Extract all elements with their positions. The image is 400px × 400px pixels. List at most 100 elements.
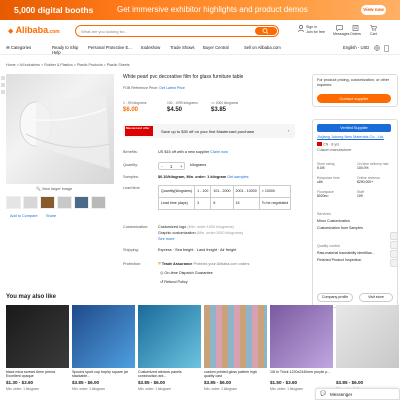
- thumbnail[interactable]: [74, 196, 89, 209]
- language-selector[interactable]: English - USD: [343, 45, 369, 50]
- product-thumbnail[interactable]: [336, 305, 399, 368]
- stat: Online revenue $290,000+: [357, 176, 380, 185]
- product-thumbnail[interactable]: [204, 305, 267, 368]
- view-now-button[interactable]: View now: [361, 5, 386, 15]
- search-input[interactable]: What are you looking for...: [81, 29, 127, 34]
- benefits-label: Benefits:: [123, 150, 138, 154]
- gallery-dot[interactable]: [1, 83, 5, 87]
- quantity-stepper[interactable]: − 1 +: [158, 162, 185, 170]
- breadcrumb-plastic-sheets[interactable]: Plastic Sheets: [107, 63, 130, 67]
- breadcrumb: Home > All Industries > Rubber & Plastic…: [6, 63, 130, 67]
- product-card[interactable]: black mica screws 6mm pmma Excellent opa…: [6, 305, 69, 391]
- search-button[interactable]: [255, 27, 277, 35]
- supplier-card: Verified Supplier Jiujiang Juhong New Ma…: [312, 119, 398, 308]
- table-row: Quantity(kilograms) 1 - 100 101 - 2000 2…: [157, 185, 292, 198]
- stat: Floorspace 8020m²: [317, 190, 334, 199]
- nav-tradeshow[interactable]: tradeshow: [141, 45, 160, 50]
- side-tool-icon[interactable]: [390, 250, 398, 258]
- nav-buyer-central[interactable]: Buyer Central: [203, 45, 229, 50]
- latest-price-link[interactable]: Get Latest Price: [159, 86, 185, 90]
- product-thumbnail[interactable]: [138, 305, 201, 368]
- product-card[interactable]: $3.85 - $6.00 Min. order: 1 kilogram: [336, 305, 399, 391]
- chat-icon: 💬: [320, 391, 327, 397]
- nav-trade-shows[interactable]: Trade Shows: [170, 45, 195, 50]
- visit-store-button[interactable]: Visit store: [359, 293, 393, 302]
- product-card[interactable]: custom printed gloss pattern high qualit…: [204, 305, 267, 391]
- minus-icon[interactable]: −: [161, 164, 163, 169]
- sign-in-link[interactable]: Sign in: [306, 25, 317, 29]
- recommendations-title: You may also like: [6, 294, 56, 300]
- user-icon[interactable]: [297, 24, 305, 33]
- add-to-compare-link[interactable]: Add to Compare: [10, 214, 38, 219]
- shipping-label: Shipping:: [123, 248, 139, 252]
- search-bar[interactable]: What are you looking for...: [75, 25, 279, 37]
- messenger-label: Messenger: [330, 392, 353, 397]
- trade-assurance-row: ⛨ Trade Assurance Protects your Alibaba.…: [158, 262, 250, 266]
- share-link[interactable]: Share: [46, 214, 56, 219]
- alibaba-logo[interactable]: ◆ Alibaba.com: [8, 25, 60, 37]
- product-thumbnail[interactable]: [270, 305, 333, 368]
- top-nav: ☰ Categories Ready to Ship Personal Prot…: [0, 43, 400, 55]
- globe-icon[interactable]: [374, 45, 380, 52]
- categories-menu[interactable]: ☰ Categories: [6, 45, 31, 50]
- get-samples-link[interactable]: Get samples: [227, 175, 248, 179]
- breadcrumb-rubber-plastics[interactable]: Rubber & Plastics: [44, 63, 73, 67]
- breadcrumb-all-industries[interactable]: All Industries: [20, 63, 41, 67]
- company-profile-button[interactable]: Company profile: [317, 293, 353, 302]
- thumbnail[interactable]: [91, 196, 106, 209]
- join-free-link[interactable]: Join for free: [306, 30, 325, 34]
- mastercard-promo[interactable]: Mastercard offer Save up to $30 off on y…: [123, 124, 295, 138]
- company-name-link[interactable]: Jiujiang Juhong New Materials Co., Ltd.: [317, 135, 384, 140]
- service-item: Minor Customization: [317, 219, 350, 223]
- gallery-dot[interactable]: [1, 76, 5, 80]
- quantity-label: Quantity:: [123, 163, 139, 167]
- mastercard-badge: Mastercard offer: [125, 126, 153, 136]
- promo-banner[interactable]: 5,000 digital booths Get immersive exhib…: [0, 0, 400, 20]
- breadcrumb-plastic-products[interactable]: Plastic Products: [77, 63, 103, 67]
- customization-label: Customization:: [123, 225, 149, 229]
- thumbnail[interactable]: [6, 196, 21, 209]
- product-main-image[interactable]: [6, 74, 114, 184]
- product-thumbnail[interactable]: [72, 305, 135, 368]
- plus-icon[interactable]: +: [180, 164, 182, 169]
- product-card[interactable]: Customized window panels construction an…: [138, 305, 201, 391]
- mobile-app-icon[interactable]: [384, 45, 389, 53]
- refund-policy: ↺ Refund Policy: [160, 280, 188, 284]
- quantity-input[interactable]: 1: [170, 164, 172, 169]
- cart-label[interactable]: Cart: [370, 32, 377, 36]
- side-tool-icon[interactable]: [390, 232, 398, 240]
- thumbnail[interactable]: [40, 196, 55, 209]
- side-tool-icon[interactable]: [390, 259, 398, 267]
- quality-item: Raw-material traceability identifica...: [317, 251, 375, 255]
- see-more-link[interactable]: See more: [158, 237, 174, 242]
- stat: Response time ≤8h: [317, 176, 340, 185]
- film-roll-illustration: [19, 94, 111, 169]
- messages-label[interactable]: Messages: [333, 32, 349, 36]
- custom-manufacturer: Custom manufacturer: [317, 148, 352, 152]
- price-tier: >= 2000 kilograms $3.85: [211, 101, 239, 114]
- gallery-dot[interactable]: [1, 90, 5, 94]
- thumbnail[interactable]: [57, 196, 72, 209]
- shipping-methods: Express · Sea freight · Land freight · A…: [158, 248, 237, 252]
- nav-sell[interactable]: Sell on Alibaba.com: [244, 45, 281, 50]
- table-row: Lead time (days) 3 8 15 To be negotiated: [157, 197, 292, 210]
- view-larger-link[interactable]: 🔍 View larger image: [36, 187, 72, 192]
- contact-supplier-button[interactable]: Contact supplier: [317, 94, 391, 103]
- product-thumbnail[interactable]: [6, 305, 69, 368]
- breadcrumb-home[interactable]: Home: [6, 63, 16, 67]
- product-card[interactable]: Spoons sport cup trophy square jar stack…: [72, 305, 135, 391]
- gallery-thumb-rail: [1, 76, 5, 97]
- samples-text: $0.10/kilogram, Min. order: 1 kilogram G…: [158, 175, 249, 179]
- orders-label[interactable]: Orders: [350, 32, 361, 36]
- product-card[interactable]: 1/8 In Thick 1220x2440mm purple p... $1.…: [270, 305, 333, 391]
- nav-help[interactable]: Help: [52, 50, 61, 55]
- ontime-dispatch: ◷ On-time Dispatch Guarantee: [160, 271, 213, 275]
- table-cell: Lead time (days): [157, 197, 196, 210]
- messenger-widget[interactable]: 💬 Messenger: [315, 388, 400, 400]
- side-tool-icon[interactable]: [390, 241, 398, 249]
- thumbnail[interactable]: [23, 196, 38, 209]
- fob-price-label: FOB Reference Price: Get Latest Price: [123, 86, 185, 90]
- table-cell: To be negotiated: [258, 197, 292, 210]
- nav-ppe[interactable]: Personal Protective E...: [88, 45, 132, 50]
- claim-now-link[interactable]: Claim now: [210, 150, 228, 154]
